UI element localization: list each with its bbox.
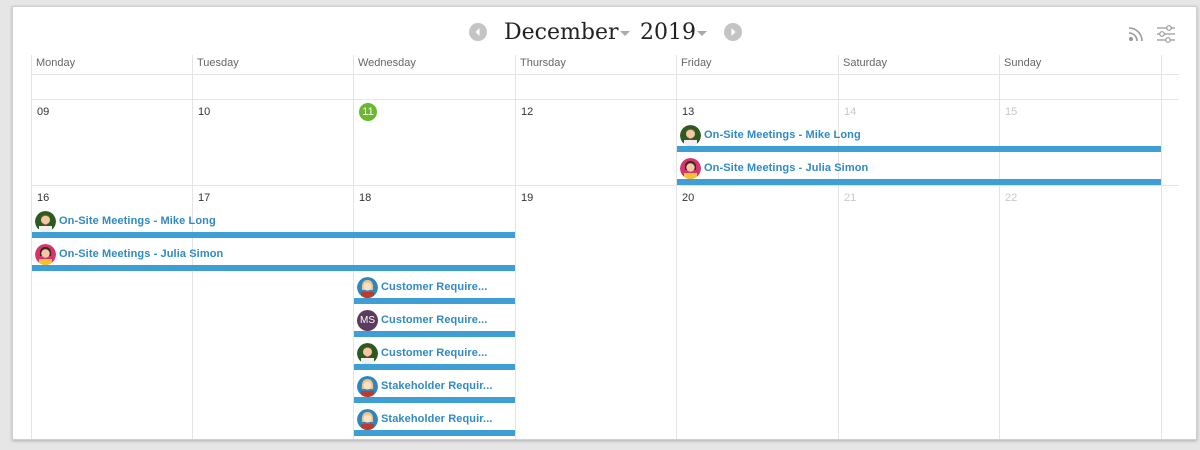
calendar-header: December 2019 bbox=[13, 7, 1196, 57]
grid-line bbox=[1161, 55, 1162, 439]
weekday-header-sunday: Sunday bbox=[1004, 57, 1042, 69]
grid-line bbox=[515, 55, 516, 439]
date-cell-number-weekend[interactable]: 14 bbox=[844, 106, 856, 118]
grid-line bbox=[31, 74, 1179, 75]
date-cell-number[interactable]: 19 bbox=[521, 192, 533, 204]
event-bar-fill bbox=[677, 146, 1161, 152]
date-cell-number-weekend[interactable]: 22 bbox=[1005, 192, 1017, 204]
date-cell-number[interactable]: 18 bbox=[359, 192, 371, 204]
event-bar-fill bbox=[354, 331, 515, 337]
grid-line bbox=[838, 55, 839, 439]
avatar-mike-long bbox=[680, 125, 701, 146]
avatar-blonde-woman bbox=[357, 409, 378, 430]
date-cell-number[interactable]: 12 bbox=[521, 106, 533, 118]
calendar-window: December 2019 Monday Tuesday Wednesday T… bbox=[12, 6, 1197, 440]
weekday-header-wednesday: Wednesday bbox=[358, 57, 416, 69]
event-title: Customer Require... bbox=[381, 314, 488, 326]
year-label[interactable]: 2019 bbox=[640, 20, 696, 45]
weekday-header-saturday: Saturday bbox=[843, 57, 888, 69]
date-cell-number[interactable]: 09 bbox=[37, 106, 49, 118]
weekday-header-thursday: Thursday bbox=[520, 57, 566, 69]
event-title: Customer Require... bbox=[381, 347, 488, 359]
avatar-initials: MS bbox=[357, 310, 378, 331]
chevron-right-icon[interactable] bbox=[724, 23, 742, 41]
avatar-mike-long bbox=[357, 343, 378, 364]
event-bar-fill bbox=[32, 265, 515, 271]
grid-line bbox=[31, 99, 1179, 100]
event-bar[interactable]: MS Customer Require... bbox=[354, 310, 515, 337]
date-cell-number[interactable]: 13 bbox=[682, 106, 694, 118]
weekday-header-tuesday: Tuesday bbox=[197, 57, 239, 69]
date-cell-number[interactable]: 16 bbox=[37, 192, 49, 204]
avatar-julia-simon bbox=[35, 244, 56, 265]
event-bar-fill bbox=[354, 430, 515, 436]
event-title: Customer Require... bbox=[381, 281, 488, 293]
today-date-badge[interactable]: 11 bbox=[359, 103, 377, 121]
month-label[interactable]: December bbox=[504, 20, 618, 45]
event-bar[interactable]: On-Site Meetings - Julia Simon bbox=[677, 158, 1161, 185]
grid-line bbox=[999, 55, 1000, 439]
event-bar[interactable]: Stakeholder Requir... bbox=[354, 376, 515, 403]
event-bar[interactable]: On-Site Meetings - Julia Simon bbox=[32, 244, 515, 271]
grid-line bbox=[31, 185, 1179, 186]
date-cell-number[interactable]: 20 bbox=[682, 192, 694, 204]
event-bar-fill bbox=[354, 397, 515, 403]
weekday-header-friday: Friday bbox=[681, 57, 712, 69]
event-bar[interactable]: Stakeholder Requir... bbox=[354, 409, 515, 436]
event-title: Stakeholder Requir... bbox=[381, 413, 493, 425]
event-bar-fill bbox=[677, 179, 1161, 185]
event-bar[interactable]: Customer Require... bbox=[354, 277, 515, 304]
event-bar-fill bbox=[354, 298, 515, 304]
grid-line bbox=[676, 55, 677, 439]
avatar-julia-simon bbox=[680, 158, 701, 179]
event-bar[interactable]: On-Site Meetings - Mike Long bbox=[677, 125, 1161, 152]
year-dropdown-caret[interactable] bbox=[697, 31, 707, 36]
avatar-blonde-woman bbox=[357, 277, 378, 298]
date-cell-number-weekend[interactable]: 15 bbox=[1005, 106, 1017, 118]
event-bar[interactable]: Customer Require... bbox=[354, 343, 515, 370]
date-cell-number-weekend[interactable]: 21 bbox=[844, 192, 856, 204]
rss-feed-icon[interactable] bbox=[1126, 24, 1146, 44]
event-title: Stakeholder Requir... bbox=[381, 380, 493, 392]
event-title: On-Site Meetings - Julia Simon bbox=[704, 162, 869, 174]
chevron-left-icon[interactable] bbox=[469, 23, 487, 41]
event-bar-fill bbox=[32, 232, 515, 238]
month-dropdown-caret[interactable] bbox=[620, 31, 630, 36]
avatar-mike-long bbox=[35, 211, 56, 232]
date-cell-number[interactable]: 10 bbox=[198, 106, 210, 118]
date-cell-number[interactable]: 17 bbox=[198, 192, 210, 204]
event-title: On-Site Meetings - Mike Long bbox=[704, 129, 861, 141]
event-title: On-Site Meetings - Mike Long bbox=[59, 215, 216, 227]
avatar-blonde-woman bbox=[357, 376, 378, 397]
sliders-icon[interactable] bbox=[1156, 24, 1176, 44]
weekday-header-monday: Monday bbox=[36, 57, 76, 69]
event-bar-fill bbox=[354, 364, 515, 370]
event-bar[interactable]: On-Site Meetings - Mike Long bbox=[32, 211, 515, 238]
event-title: On-Site Meetings - Julia Simon bbox=[59, 248, 224, 260]
